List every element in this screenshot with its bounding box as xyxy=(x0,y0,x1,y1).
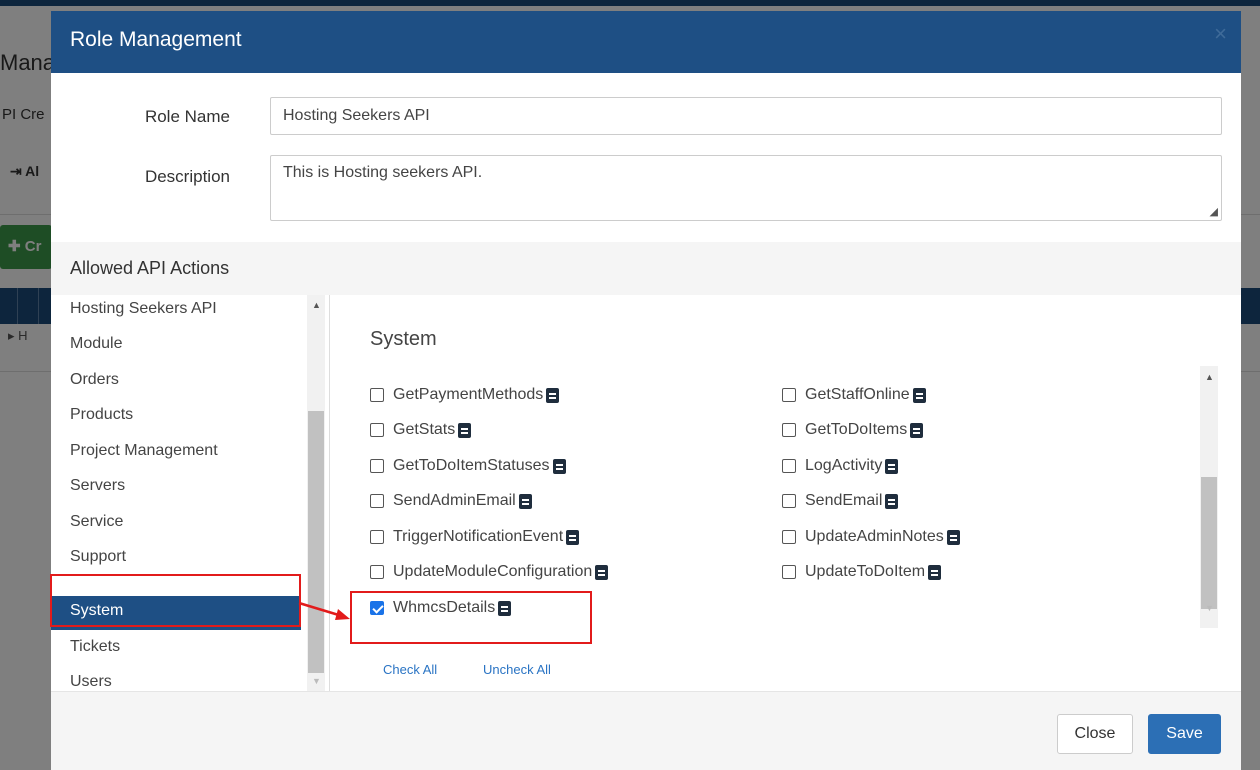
doc-book-icon[interactable] xyxy=(928,564,942,580)
category-label: Servers xyxy=(70,477,126,494)
category-scrollbar-thumb[interactable] xyxy=(308,411,324,673)
action-item[interactable]: GetPaymentMethods xyxy=(370,380,560,410)
category-item[interactable]: Project Management xyxy=(51,436,301,470)
actions-scrollbar-thumb[interactable] xyxy=(1201,477,1217,609)
category-item[interactable]: Support xyxy=(51,542,301,576)
role-management-modal: Role Management × Role Name Hosting Seek… xyxy=(50,11,1241,770)
check-all-link[interactable]: Check All xyxy=(383,662,437,677)
category-label: Service xyxy=(70,513,124,530)
action-label: SendEmail xyxy=(805,492,883,509)
doc-book-icon[interactable] xyxy=(552,458,566,474)
category-item[interactable]: Users xyxy=(51,667,301,693)
description-textarea[interactable]: This is Hosting seekers API. ◢ xyxy=(270,155,1222,221)
action-item[interactable]: UpdateToDoItem xyxy=(782,557,942,587)
category-item[interactable]: Products xyxy=(51,400,301,434)
annotation-highlight-system xyxy=(50,574,301,627)
resize-handle-icon[interactable]: ◢ xyxy=(1210,205,1218,218)
action-label: UpdateAdminNotes xyxy=(805,528,944,545)
action-checkbox[interactable] xyxy=(370,530,384,544)
action-checkbox[interactable] xyxy=(782,459,796,473)
action-label: GetStats xyxy=(393,421,456,438)
action-item[interactable]: SendAdminEmail xyxy=(370,486,532,516)
scroll-down-icon[interactable]: ▼ xyxy=(1205,603,1214,613)
action-item[interactable]: GetStaffOnline xyxy=(782,380,926,410)
action-item[interactable]: UpdateAdminNotes xyxy=(782,522,960,552)
category-label: Module xyxy=(70,335,123,352)
category-item[interactable]: Orders xyxy=(51,365,301,399)
doc-book-icon[interactable] xyxy=(546,387,560,403)
category-item[interactable]: Service xyxy=(51,507,301,541)
action-checkbox[interactable] xyxy=(370,388,384,402)
action-label: GetToDoItemStatuses xyxy=(393,457,550,474)
role-name-input[interactable]: Hosting Seekers API xyxy=(270,97,1222,135)
annotation-arrow-icon xyxy=(298,601,350,620)
modal-header: Role Management × xyxy=(51,11,1241,73)
category-label: Support xyxy=(70,548,127,565)
category-list: Hosting Seekers API Module Orders Produc… xyxy=(51,295,329,693)
category-item[interactable]: Module xyxy=(51,329,301,363)
category-label: Orders xyxy=(70,371,119,388)
action-item[interactable]: GetToDoItems xyxy=(782,415,924,445)
actions-list: GetPaymentMethods GetStaffOnline GetStat… xyxy=(330,366,1220,628)
doc-book-icon[interactable] xyxy=(946,529,960,545)
description-text: This is Hosting seekers API. xyxy=(283,164,483,181)
role-name-label: Role Name xyxy=(144,107,230,126)
action-label: GetToDoItems xyxy=(805,421,908,438)
annotation-highlight-whmcsdetails xyxy=(350,591,592,644)
category-item[interactable]: Hosting Seekers API xyxy=(51,295,301,328)
doc-book-icon[interactable] xyxy=(912,387,926,403)
action-checkbox[interactable] xyxy=(370,565,384,579)
category-label: Project Management xyxy=(70,442,218,459)
action-checkbox[interactable] xyxy=(370,459,384,473)
action-item[interactable]: GetStats xyxy=(370,415,472,445)
category-label: Users xyxy=(70,673,112,690)
uncheck-all-link[interactable]: Uncheck All xyxy=(483,662,551,677)
scroll-up-icon[interactable]: ▲ xyxy=(312,300,321,310)
description-label: Description xyxy=(144,167,230,186)
action-item[interactable]: LogActivity xyxy=(782,451,899,481)
close-icon[interactable]: × xyxy=(1214,21,1227,47)
close-button[interactable]: Close xyxy=(1057,714,1133,754)
modal-footer: Close Save xyxy=(51,691,1241,770)
allowed-actions-title: Allowed API Actions xyxy=(70,258,230,278)
action-checkbox[interactable] xyxy=(782,565,796,579)
action-label: UpdateModuleConfiguration xyxy=(393,563,593,580)
doc-book-icon[interactable] xyxy=(910,422,924,438)
action-checkbox[interactable] xyxy=(782,530,796,544)
action-item[interactable]: GetToDoItemStatuses xyxy=(370,451,566,481)
action-item[interactable]: UpdateModuleConfiguration xyxy=(370,557,609,587)
action-checkbox[interactable] xyxy=(782,423,796,437)
action-checkbox[interactable] xyxy=(782,388,796,402)
doc-book-icon[interactable] xyxy=(885,493,899,509)
action-label: UpdateToDoItem xyxy=(805,563,926,580)
action-checkbox[interactable] xyxy=(370,494,384,508)
category-label: Hosting Seekers API xyxy=(70,300,217,317)
scroll-down-icon[interactable]: ▼ xyxy=(312,676,321,686)
doc-book-icon[interactable] xyxy=(595,564,609,580)
action-checkbox[interactable] xyxy=(782,494,796,508)
category-label: Products xyxy=(70,406,134,423)
doc-book-icon[interactable] xyxy=(518,493,532,509)
action-label: GetStaffOnline xyxy=(805,386,910,403)
doc-book-icon[interactable] xyxy=(566,529,580,545)
modal-title: Role Management xyxy=(70,28,242,51)
doc-book-icon[interactable] xyxy=(885,458,899,474)
category-item[interactable]: Tickets xyxy=(51,632,301,666)
scroll-up-icon[interactable]: ▲ xyxy=(1205,372,1214,382)
action-label: LogActivity xyxy=(805,457,883,474)
action-item[interactable]: TriggerNotificationEvent xyxy=(370,522,580,552)
allowed-actions-header: Allowed API Actions xyxy=(51,242,1241,295)
action-label: GetPaymentMethods xyxy=(393,386,544,403)
action-label: TriggerNotificationEvent xyxy=(393,528,564,545)
action-item[interactable]: SendEmail xyxy=(782,486,899,516)
doc-book-icon[interactable] xyxy=(458,422,472,438)
actions-panel-title: System xyxy=(370,328,437,350)
action-checkbox[interactable] xyxy=(370,423,384,437)
category-label: Tickets xyxy=(70,638,121,655)
save-button[interactable]: Save xyxy=(1148,714,1221,754)
category-item[interactable]: Servers xyxy=(51,471,301,505)
action-label: SendAdminEmail xyxy=(393,492,516,509)
